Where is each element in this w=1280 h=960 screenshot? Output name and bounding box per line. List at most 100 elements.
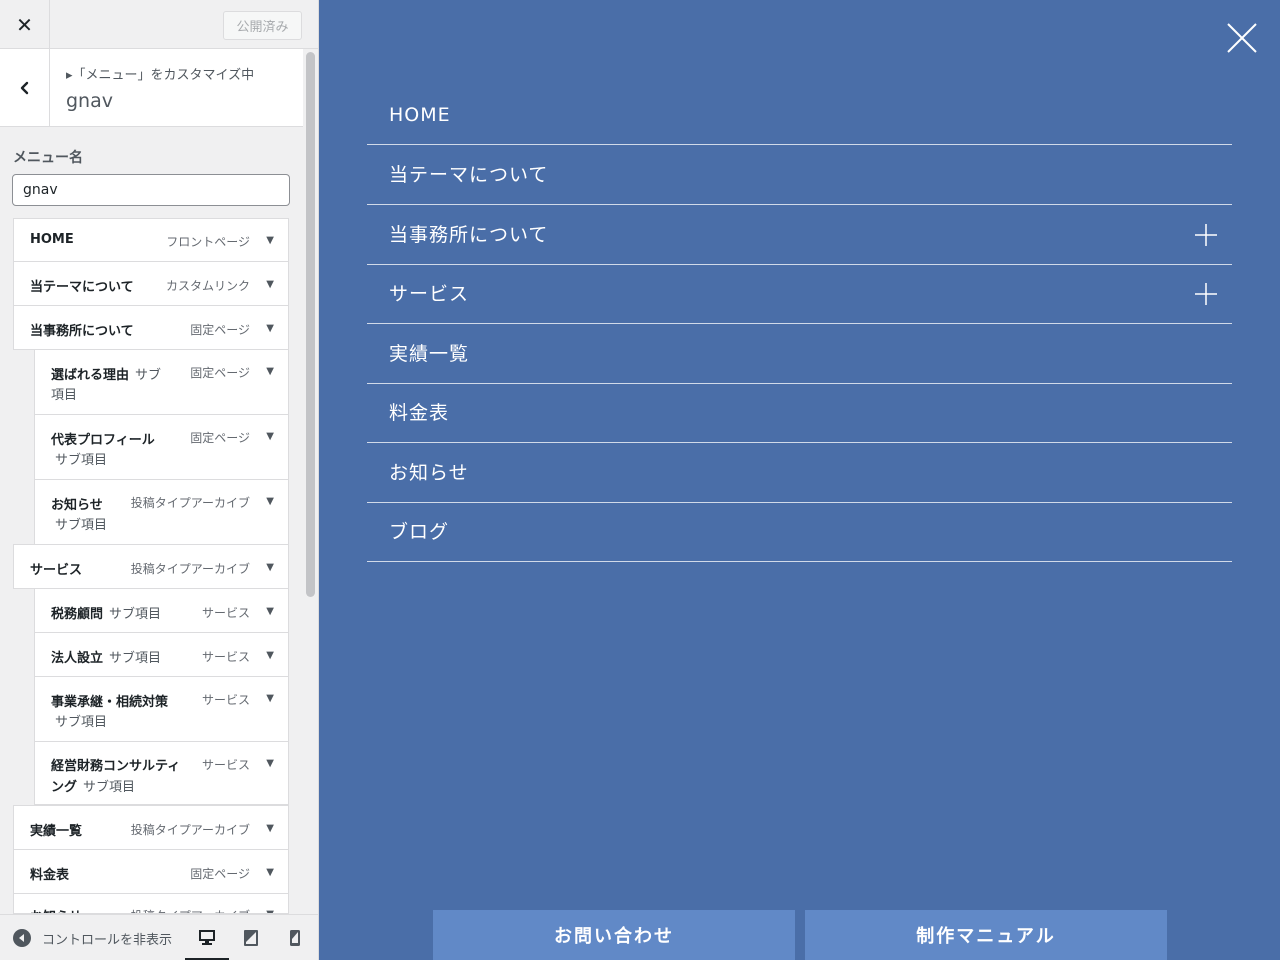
menu-item-title: お知らせ — [51, 498, 103, 513]
caret-down-icon[interactable]: ▼ — [266, 867, 274, 878]
caret-down-icon[interactable]: ▼ — [266, 496, 274, 507]
sub-item-label: サブ項目 — [109, 651, 162, 666]
nav-item-label: 料金表 — [389, 402, 450, 424]
menu-item-title: 料金表 — [30, 868, 70, 883]
menu-name-input[interactable] — [12, 174, 290, 206]
nav-item-news[interactable]: お知らせ — [367, 443, 1232, 503]
menu-item-title: 選ばれる理由 サブ — [51, 368, 162, 383]
menu-item-title: サービス — [30, 563, 83, 578]
nav-item-label: ブログ — [389, 521, 450, 543]
collapse-left-icon — [13, 929, 31, 947]
menu-item-type: 投稿タイプアーカイブ — [131, 907, 250, 913]
menu-item-type: 固定ページ — [190, 366, 250, 380]
contact-button[interactable]: お問い合わせ — [433, 910, 795, 960]
menu-item-type: サービス — [201, 606, 250, 620]
preview-mobile-button[interactable] — [273, 915, 317, 960]
menu-item-type: 投稿タイプアーカイブ — [130, 823, 250, 837]
sub-item-label: サブ項目 — [55, 453, 108, 468]
close-customizer-button[interactable]: ✕ — [0, 0, 50, 49]
menu-item-pricing[interactable]: 料金表 固定ページ ▼ — [13, 849, 289, 894]
close-icon[interactable] — [1226, 22, 1258, 54]
nav-item-about-theme[interactable]: 当テーマについて — [367, 145, 1232, 205]
caret-down-icon[interactable]: ▼ — [266, 693, 274, 704]
menu-item-news[interactable]: お知らせ 投稿タイプアーカイブ ▼ — [13, 893, 289, 914]
nav-item-about-office[interactable]: 当事務所について — [367, 205, 1232, 265]
nav-item-label: 当事務所について — [389, 224, 549, 246]
menu-item-succession[interactable]: 事業承継・相続対策 サブ項目 サービス ▼ — [34, 676, 289, 742]
plus-icon[interactable] — [1195, 283, 1217, 305]
nav-item-blog[interactable]: ブログ — [367, 502, 1232, 562]
sub-item-label: サブ項目 — [55, 715, 108, 730]
caret-down-icon[interactable]: ▼ — [266, 323, 274, 334]
section-header: ▸「メニュー」をカスタマイズ中 gnav — [0, 49, 303, 127]
menu-item-title-continued: ング サブ項目 — [51, 780, 136, 795]
tablet-icon — [244, 930, 258, 946]
sub-item-label: 項目 — [51, 388, 78, 403]
menu-item-services[interactable]: サービス 投稿タイプアーカイブ ▼ — [13, 544, 289, 589]
caret-down-icon[interactable]: ▼ — [266, 279, 274, 290]
section-title: gnav — [66, 90, 113, 112]
menu-item-type: 固定ページ — [190, 323, 250, 337]
sub-item-label: サブ — [135, 368, 162, 383]
collapse-sidebar-button[interactable]: コントロールを非表示 — [13, 915, 172, 960]
menu-item-title: 事業承継・相続対策 — [51, 695, 169, 710]
nav-item-label: HOME — [389, 104, 451, 126]
menu-item-type: カスタムリンク — [165, 279, 250, 293]
menu-item-about-theme[interactable]: 当テーマについて カスタムリンク ▼ — [13, 261, 289, 306]
nav-item-label: 実績一覧 — [389, 343, 470, 365]
mobile-icon — [290, 930, 300, 946]
nav-item-services[interactable]: サービス — [367, 264, 1232, 324]
menu-item-title: 法人設立 サブ項目 — [51, 651, 162, 666]
caret-down-icon[interactable]: ▼ — [266, 650, 274, 661]
menu-item-tax-advisory[interactable]: 税務顧問 サブ項目 サービス ▼ — [34, 588, 289, 633]
scrollbar-thumb[interactable] — [306, 52, 315, 597]
menu-item-home[interactable]: HOME フロントページ ▼ — [13, 218, 289, 262]
menu-item-type: サービス — [201, 758, 250, 772]
menu-item-reasons[interactable]: 選ばれる理由 サブ 項目 固定ページ ▼ — [34, 349, 289, 415]
menu-item-title: HOME — [30, 232, 74, 247]
plus-icon[interactable] — [1195, 224, 1217, 246]
caret-down-icon[interactable]: ▼ — [266, 606, 274, 617]
sub-item-label: サブ項目 — [55, 518, 108, 533]
sub-item-label: サブ項目 — [109, 607, 162, 622]
menu-item-type: 固定ページ — [190, 431, 250, 445]
menu-name-label: メニュー名 — [13, 150, 83, 166]
menu-item-type: 投稿タイプアーカイブ — [130, 496, 250, 510]
nav-item-works[interactable]: 実績一覧 — [367, 324, 1232, 384]
caret-down-icon[interactable]: ▼ — [266, 823, 274, 834]
menu-item-title: 当テーマについて — [30, 280, 134, 295]
menu-item-type: サービス — [201, 650, 250, 664]
menu-item-about-office[interactable]: 当事務所について 固定ページ ▼ — [13, 305, 289, 350]
site-preview: HOME 当テーマについて 当事務所について サービス 実績一覧 料金表 お知ら… — [320, 0, 1280, 960]
caret-down-icon[interactable]: ▼ — [266, 366, 274, 377]
nav-item-pricing[interactable]: 料金表 — [367, 383, 1232, 443]
menu-item-profile[interactable]: 代表プロフィール サブ項目 固定ページ ▼ — [34, 414, 289, 480]
caret-down-icon[interactable]: ▼ — [266, 758, 274, 769]
caret-down-icon[interactable]: ▼ — [266, 562, 274, 573]
preview-tablet-button[interactable] — [229, 915, 273, 960]
menu-item-news-sub[interactable]: お知らせ サブ項目 投稿タイプアーカイブ ▼ — [34, 479, 289, 545]
collapse-label: コントロールを非表示 — [42, 932, 173, 948]
menu-item-title: お知らせ — [30, 906, 82, 913]
menu-item-works[interactable]: 実績一覧 投稿タイプアーカイブ ▼ — [13, 805, 289, 850]
chevron-left-icon — [20, 81, 28, 95]
menu-item-title: 当事務所について — [30, 324, 134, 339]
menu-item-type: サービス — [201, 693, 250, 707]
menu-item-incorporation[interactable]: 法人設立 サブ項目 サービス ▼ — [34, 632, 289, 677]
nav-item-label: サービス — [389, 283, 470, 305]
caret-down-icon[interactable]: ▼ — [266, 235, 274, 246]
nav-item-home[interactable]: HOME — [367, 85, 1232, 145]
menu-item-title: 代表プロフィール — [51, 433, 155, 448]
publish-button[interactable]: 公開済み — [223, 11, 302, 40]
preview-desktop-button[interactable] — [185, 915, 229, 960]
back-button[interactable] — [0, 49, 50, 127]
customizing-breadcrumb: ▸「メニュー」をカスタマイズ中 — [66, 68, 255, 83]
caret-down-icon[interactable]: ▼ — [266, 431, 274, 442]
customizer-topbar: ✕ 公開済み — [0, 0, 318, 49]
menu-item-title: 経営財務コンサルティ — [51, 759, 181, 774]
menu-item-type: 固定ページ — [190, 867, 250, 881]
manual-button[interactable]: 制作マニュアル — [805, 910, 1167, 960]
nav-item-label: お知らせ — [389, 462, 469, 484]
menu-item-type: フロントページ — [166, 235, 250, 249]
menu-item-consulting[interactable]: 経営財務コンサルティ ング サブ項目 サービス ▼ — [34, 741, 289, 805]
